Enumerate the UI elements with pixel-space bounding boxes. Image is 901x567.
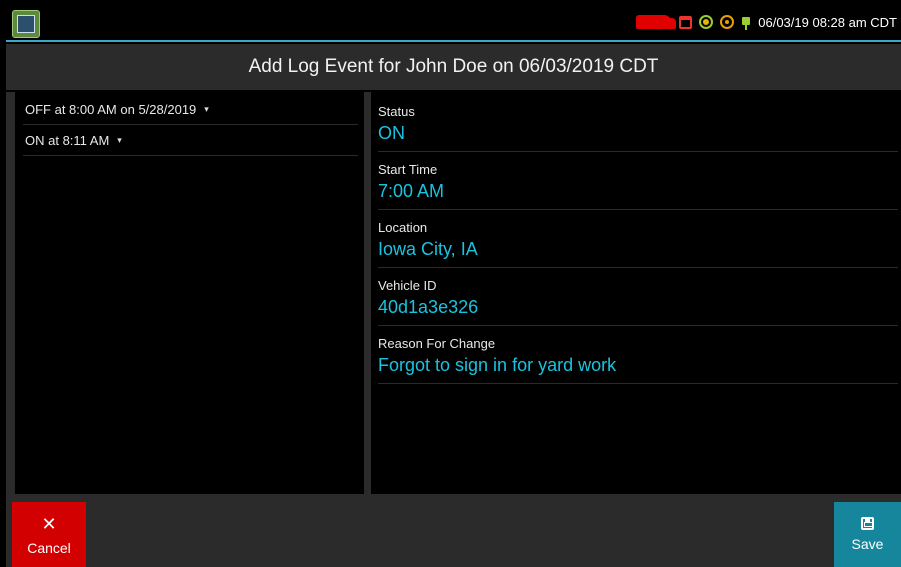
cancel-button[interactable]: ✕ Cancel bbox=[12, 502, 86, 567]
page-title-bar: Add Log Event for John Doe on 06/03/2019… bbox=[6, 44, 901, 90]
status-clock: 06/03/19 08:28 am CDT bbox=[758, 15, 897, 30]
cellular-icon bbox=[720, 15, 734, 29]
save-label: Save bbox=[851, 536, 884, 552]
caret-down-icon: ▾ bbox=[117, 134, 122, 145]
save-icon bbox=[861, 517, 874, 530]
log-item-off[interactable]: OFF at 8:00 AM on 5/28/2019 ▾ bbox=[23, 94, 358, 125]
reason-for-change-value: Forgot to sign in for yard work bbox=[378, 355, 617, 375]
log-item-label: ON at 8:11 AM bbox=[25, 132, 110, 148]
field-label: Location bbox=[378, 220, 428, 235]
pane-divider bbox=[364, 92, 371, 494]
truck-icon bbox=[636, 15, 676, 29]
event-detail-panel: Status ON Start Time 7:00 AM Location Io… bbox=[371, 94, 901, 492]
app-icon[interactable] bbox=[12, 10, 40, 38]
action-bar: ✕ Cancel Save bbox=[6, 494, 901, 567]
calendar-icon bbox=[679, 15, 692, 29]
status-value: ON bbox=[378, 123, 405, 143]
caret-down-icon: ▾ bbox=[204, 103, 209, 114]
close-icon: ✕ bbox=[41, 513, 57, 534]
status-bar: 06/03/19 08:28 am CDT bbox=[6, 6, 901, 42]
field-label: Status bbox=[378, 104, 415, 119]
status-field[interactable]: Status ON bbox=[378, 94, 898, 152]
power-plug-icon bbox=[741, 14, 751, 30]
field-label: Start Time bbox=[378, 162, 438, 177]
location-field[interactable]: Location Iowa City, IA bbox=[378, 210, 898, 268]
log-item-label: OFF at 8:00 AM on 5/28/2019 bbox=[25, 101, 197, 117]
left-gutter bbox=[6, 92, 15, 494]
vehicle-id-value: 40d1a3e326 bbox=[378, 297, 479, 317]
status-icons bbox=[636, 14, 751, 30]
location-value: Iowa City, IA bbox=[378, 239, 478, 259]
page-title: Add Log Event for John Doe on 06/03/2019… bbox=[248, 56, 659, 77]
vehicle-id-field[interactable]: Vehicle ID 40d1a3e326 bbox=[378, 268, 898, 326]
log-event-list: OFF at 8:00 AM on 5/28/2019 ▾ ON at 8:11… bbox=[15, 94, 364, 492]
field-label: Reason For Change bbox=[378, 336, 496, 351]
save-button[interactable]: Save bbox=[834, 502, 901, 567]
cancel-label: Cancel bbox=[27, 539, 71, 556]
reason-for-change-field[interactable]: Reason For Change Forgot to sign in for … bbox=[378, 326, 898, 384]
start-time-field[interactable]: Start Time 7:00 AM bbox=[378, 152, 898, 210]
gps-icon bbox=[699, 15, 713, 29]
log-item-on[interactable]: ON at 8:11 AM ▾ bbox=[23, 125, 358, 156]
start-time-value: 7:00 AM bbox=[378, 181, 445, 201]
field-label: Vehicle ID bbox=[378, 278, 437, 293]
